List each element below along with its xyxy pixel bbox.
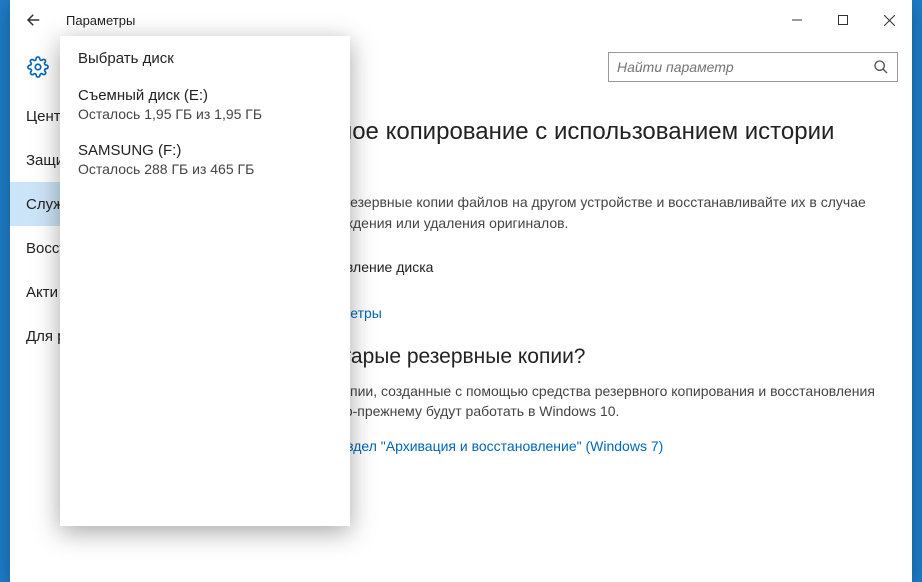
close-button[interactable]	[866, 0, 912, 40]
settings-window: Параметры Цент Защи Служ Восст	[10, 0, 912, 582]
disk-name: SAMSUNG (F:)	[78, 142, 332, 159]
secondary-description: Резервные копии, созданные с помощью сре…	[261, 381, 886, 422]
page-heading: Резервное копирование с использованием и…	[261, 116, 886, 178]
minimize-button[interactable]	[774, 0, 820, 40]
titlebar: Параметры	[10, 0, 912, 40]
disk-name: Съемный диск (E:)	[78, 87, 332, 104]
description-text: Сохраняйте резервные копии файлов на дру…	[261, 192, 886, 233]
dropdown-item-1[interactable]: SAMSUNG (F:) Осталось 288 ГБ из 465 ГБ	[78, 142, 332, 177]
secondary-heading: Ищете старые резервные копии?	[261, 345, 886, 369]
settings-home-button[interactable]	[24, 53, 52, 81]
sidebar-item-label: Акти	[26, 284, 58, 301]
dropdown-item-0[interactable]: Съемный диск (E:) Осталось 1,95 ГБ из 1,…	[78, 87, 332, 122]
back-button[interactable]	[10, 0, 58, 40]
sidebar-item-label: Защи	[26, 152, 64, 169]
search-input[interactable]	[617, 59, 873, 75]
arrow-left-icon	[25, 11, 43, 29]
window-title: Параметры	[66, 13, 135, 28]
add-disk-button[interactable]: + Добавление диска	[261, 247, 886, 287]
close-icon	[884, 15, 895, 26]
minimize-icon	[792, 15, 802, 25]
window-controls	[774, 0, 912, 40]
gear-icon	[27, 56, 49, 78]
search-icon	[873, 59, 889, 75]
sidebar-item-label: Служ	[26, 196, 63, 213]
disk-space: Осталось 288 ГБ из 465 ГБ	[78, 161, 332, 177]
maximize-icon	[838, 15, 848, 25]
search-box[interactable]	[608, 52, 898, 82]
sidebar-item-label: Цент	[26, 108, 61, 125]
maximize-button[interactable]	[820, 0, 866, 40]
disk-select-dropdown: Выбрать диск Съемный диск (E:) Осталось …	[60, 36, 350, 526]
dropdown-title: Выбрать диск	[78, 50, 332, 67]
disk-space: Осталось 1,95 ГБ из 1,95 ГБ	[78, 106, 332, 122]
